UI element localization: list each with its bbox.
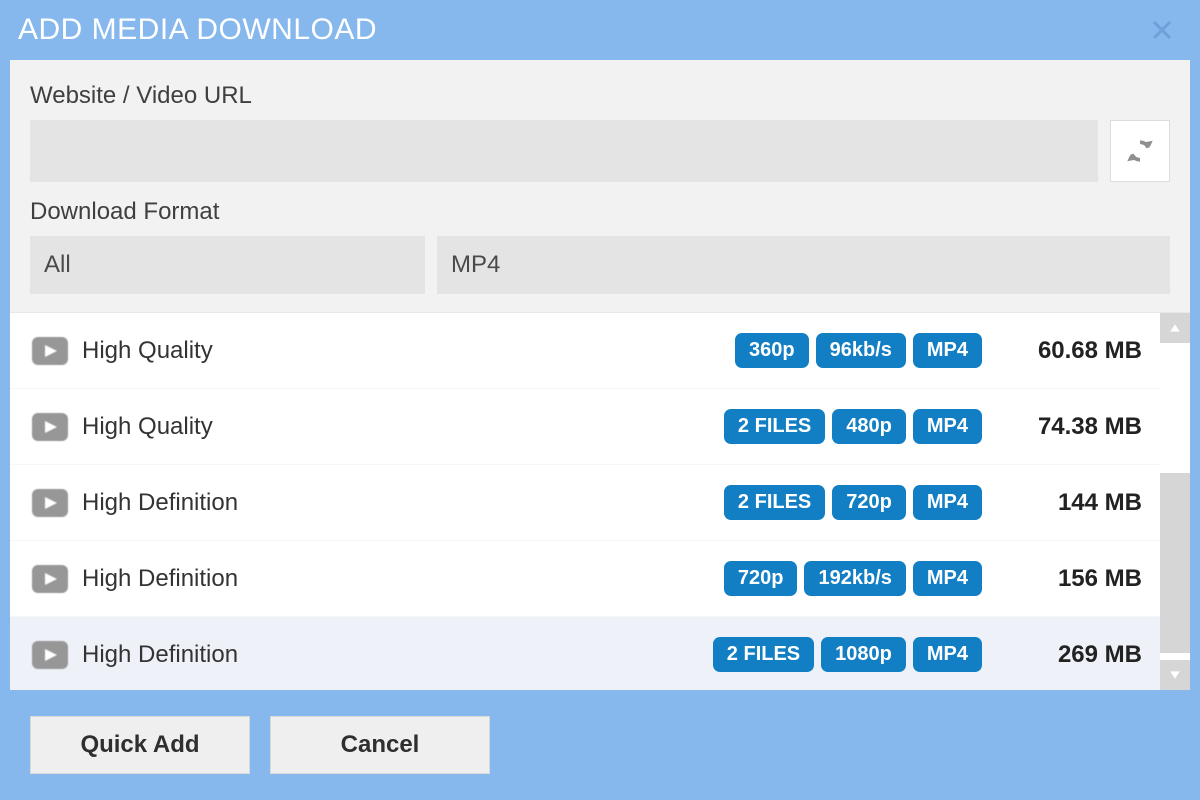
format-chip: 96kb/s: [816, 333, 906, 368]
item-title: High Definition: [82, 489, 238, 517]
format-chip: 720p: [832, 485, 906, 520]
list-item[interactable]: High Quality 2 FILES480pMP4 74.38 MB: [10, 389, 1160, 465]
item-size: 156 MB: [1012, 565, 1142, 593]
item-size: 74.38 MB: [1012, 413, 1142, 441]
upper-section: Website / Video URL Download Format All: [10, 60, 1190, 313]
format-type-value: MP4: [451, 251, 500, 279]
format-filter-value: All: [44, 251, 71, 279]
scroll-up-button[interactable]: [1160, 313, 1190, 343]
scroll-thumb[interactable]: [1160, 473, 1190, 653]
format-field-label: Download Format: [30, 198, 1170, 226]
list-item[interactable]: High Definition 2 FILES1080pMP4 269 MB: [10, 617, 1160, 690]
video-icon: [32, 565, 68, 593]
format-row: All MP4: [30, 236, 1170, 294]
item-size: 269 MB: [1012, 641, 1142, 669]
item-title: High Definition: [82, 565, 238, 593]
list-item[interactable]: High Definition 2 FILES720pMP4 144 MB: [10, 465, 1160, 541]
dialog-add-media-download: ADD MEDIA DOWNLOAD Website / Video URL D…: [0, 0, 1200, 800]
format-chip: MP4: [913, 561, 982, 596]
item-size: 60.68 MB: [1012, 337, 1142, 365]
quick-add-label: Quick Add: [80, 731, 199, 759]
item-title: High Definition: [82, 641, 238, 669]
list-item[interactable]: High Quality 360p96kb/sMP4 60.68 MB: [10, 313, 1160, 389]
format-chip: 2 FILES: [724, 409, 825, 444]
video-icon: [32, 489, 68, 517]
url-field-label: Website / Video URL: [30, 82, 1170, 110]
url-input[interactable]: [30, 120, 1098, 182]
results-list: High Quality360p96kb/sMP460.68 MBHigh Qu…: [10, 313, 1160, 690]
video-icon: [32, 413, 68, 441]
video-icon: [32, 337, 68, 365]
results-area: High Quality360p96kb/sMP460.68 MBHigh Qu…: [10, 313, 1190, 690]
format-chip: MP4: [913, 637, 982, 672]
format-chip: 360p: [735, 333, 809, 368]
cancel-label: Cancel: [341, 731, 420, 759]
list-item[interactable]: High Definition 720p192kb/sMP4 156 MB: [10, 541, 1160, 617]
format-chip: 480p: [832, 409, 906, 444]
video-icon: [32, 641, 68, 669]
format-chip: 1080p: [821, 637, 906, 672]
quick-add-button[interactable]: Quick Add: [30, 716, 250, 774]
format-chip: 2 FILES: [724, 485, 825, 520]
refresh-button[interactable]: [1110, 120, 1170, 182]
titlebar: ADD MEDIA DOWNLOAD: [0, 0, 1200, 60]
item-size: 144 MB: [1012, 489, 1142, 517]
footer: Quick Add Cancel: [10, 690, 1190, 800]
format-filter-select[interactable]: All: [30, 236, 425, 294]
format-chip: MP4: [913, 333, 982, 368]
format-chip: MP4: [913, 409, 982, 444]
format-chip: 192kb/s: [804, 561, 905, 596]
format-type-select[interactable]: MP4: [437, 236, 1170, 294]
item-title: High Quality: [82, 413, 213, 441]
cancel-button[interactable]: Cancel: [270, 716, 490, 774]
chevron-up-icon: [1169, 322, 1181, 334]
url-row: [30, 120, 1170, 182]
close-icon: [1152, 20, 1172, 40]
scroll-track[interactable]: [1160, 343, 1190, 660]
scrollbar[interactable]: [1160, 313, 1190, 690]
format-chip: 2 FILES: [713, 637, 814, 672]
item-title: High Quality: [82, 337, 213, 365]
refresh-icon: [1124, 135, 1156, 167]
format-chip: MP4: [913, 485, 982, 520]
format-chip: 720p: [724, 561, 798, 596]
dialog-title: ADD MEDIA DOWNLOAD: [18, 13, 377, 47]
close-button[interactable]: [1142, 10, 1182, 50]
chevron-down-icon: [1169, 669, 1181, 681]
content-panel: Website / Video URL Download Format All: [10, 60, 1190, 690]
scroll-down-button[interactable]: [1160, 660, 1190, 690]
